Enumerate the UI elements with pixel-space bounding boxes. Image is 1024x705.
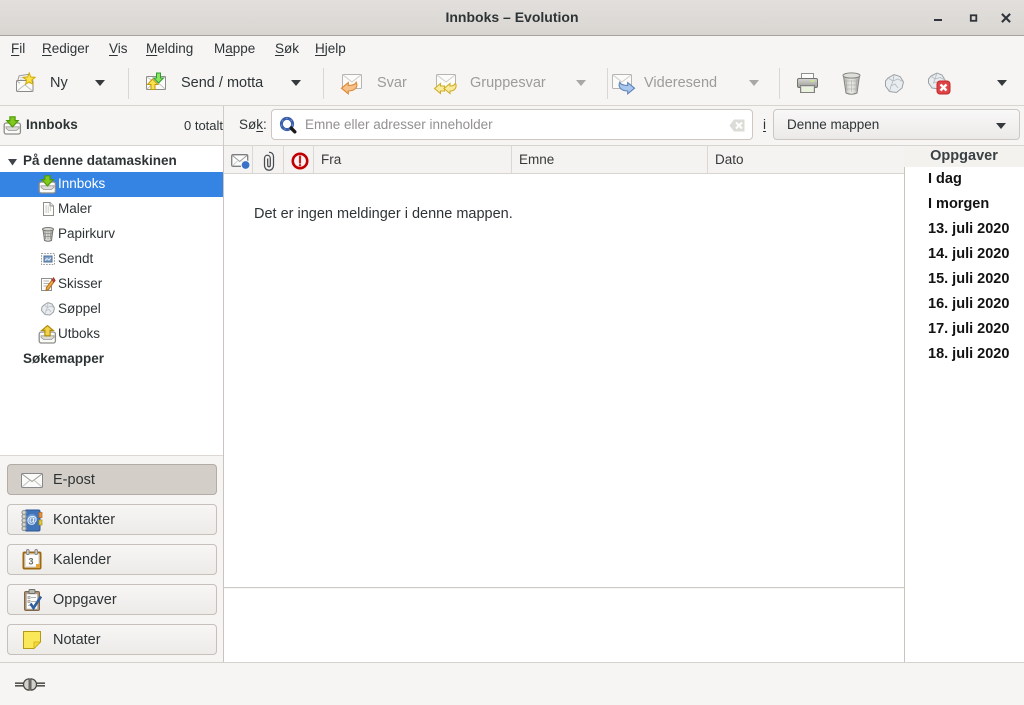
svg-text:@: @ xyxy=(27,514,37,526)
svg-text:3: 3 xyxy=(28,557,33,567)
